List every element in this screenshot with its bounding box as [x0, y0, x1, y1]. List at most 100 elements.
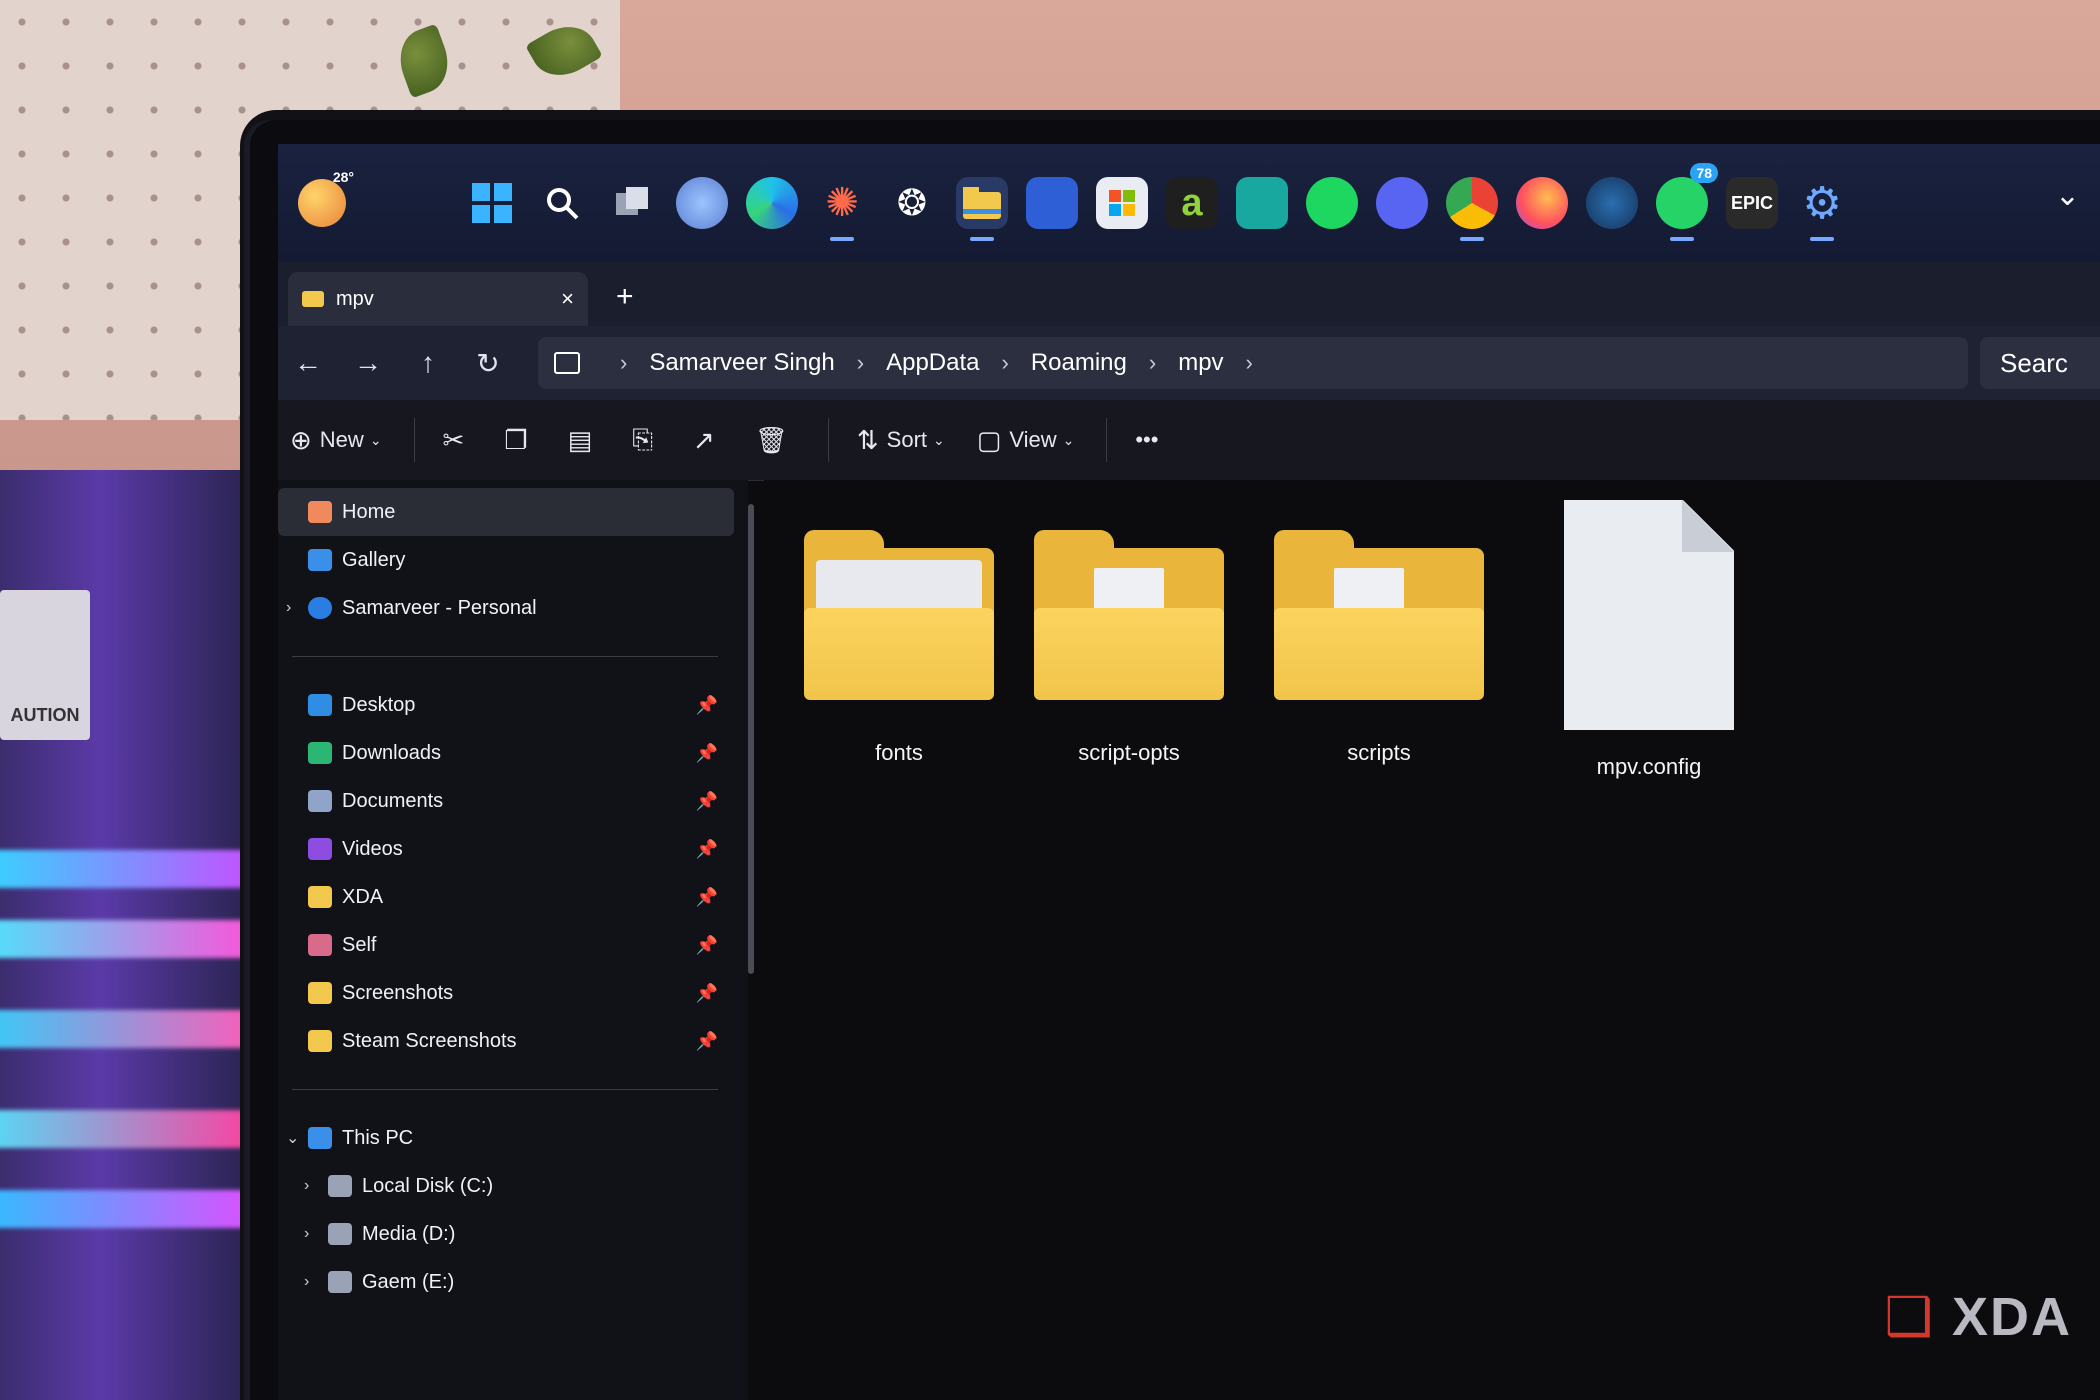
whatsapp-icon[interactable]: 78: [1656, 163, 1718, 241]
settings-gear-icon[interactable]: ⚙: [1796, 177, 1848, 241]
steam-icon[interactable]: [1586, 177, 1638, 229]
item-name: script-opts: [1078, 740, 1180, 765]
chevron-right-icon[interactable]: ›: [304, 1273, 309, 1291]
breadcrumb-item[interactable]: mpv: [1178, 349, 1223, 377]
breadcrumb-item[interactable]: Roaming: [1031, 349, 1127, 377]
sidebar-item-self[interactable]: Self 📌: [278, 921, 748, 969]
epic-games-icon[interactable]: EPIC: [1726, 177, 1778, 229]
folder-icon: [308, 886, 332, 908]
pin-icon[interactable]: 📌: [696, 743, 718, 764]
sidebar-item-gallery[interactable]: Gallery: [278, 536, 748, 584]
divider: [292, 1089, 718, 1090]
chrome-icon[interactable]: [1446, 177, 1498, 241]
rename-button[interactable]: ⎘: [632, 424, 661, 456]
chatgpt-icon[interactable]: ❂: [886, 177, 938, 229]
drive-icon: [328, 1271, 352, 1293]
forward-button[interactable]: →: [338, 347, 398, 379]
clipboard-icon: ▤: [567, 424, 593, 455]
more-options-button[interactable]: •••: [1135, 427, 1158, 453]
chevron-right-icon[interactable]: ›: [304, 1177, 309, 1195]
claude-icon[interactable]: ✺: [816, 177, 868, 241]
sidebar-item-desktop[interactable]: Desktop 📌: [278, 681, 748, 729]
up-button[interactable]: ↑: [398, 347, 458, 379]
pin-icon[interactable]: 📌: [696, 695, 718, 716]
sidebar-item-xda[interactable]: XDA 📌: [278, 873, 748, 921]
tab-mpv[interactable]: mpv ×: [288, 272, 588, 326]
share-button[interactable]: ↗: [693, 425, 723, 456]
close-icon[interactable]: ×: [561, 286, 574, 312]
back-button[interactable]: ←: [278, 347, 338, 379]
sidebar-item-screenshots[interactable]: Screenshots 📌: [278, 969, 748, 1017]
search-input[interactable]: Searc: [1980, 337, 2100, 389]
pin-icon[interactable]: 📌: [696, 1031, 718, 1052]
chevron-right-icon[interactable]: ›: [620, 350, 627, 376]
sidebar-item-drive-d[interactable]: › Media (D:): [278, 1210, 748, 1258]
amazon-icon[interactable]: a: [1166, 177, 1218, 229]
sidebar-item-downloads[interactable]: Downloads 📌: [278, 729, 748, 777]
folder-item[interactable]: scripts: [1274, 530, 1484, 766]
sort-icon: ⇅: [856, 424, 879, 455]
start-icon[interactable]: [466, 177, 518, 229]
view-icon: ▢: [976, 424, 1002, 455]
pin-icon[interactable]: 📌: [696, 887, 718, 908]
scissors-icon: ✂: [442, 424, 465, 455]
pin-icon[interactable]: 📌: [696, 935, 718, 956]
breadcrumb-item[interactable]: AppData: [886, 349, 979, 377]
paste-button[interactable]: ▤: [568, 425, 601, 456]
folder-item[interactable]: fonts: [804, 530, 994, 766]
chevron-right-icon[interactable]: ›: [1002, 350, 1009, 376]
sidebar-item-this-pc[interactable]: ⌄ This PC: [278, 1114, 748, 1162]
sidebar-scrollbar[interactable]: [748, 504, 754, 974]
task-view-icon[interactable]: [606, 177, 658, 229]
copy-button[interactable]: ❐: [504, 425, 535, 456]
search-icon[interactable]: [536, 177, 588, 229]
chevron-right-icon[interactable]: ›: [857, 350, 864, 376]
breadcrumb[interactable]: › Samarveer Singh › AppData › Roaming › …: [538, 337, 1968, 389]
computer-icon[interactable]: [554, 352, 580, 374]
chevron-right-icon[interactable]: ›: [1246, 350, 1253, 376]
edge-browser-icon[interactable]: [746, 177, 798, 229]
plus-circle-icon: ⊕: [290, 424, 312, 455]
chevron-right-icon[interactable]: ›: [304, 1225, 309, 1243]
delete-button[interactable]: 🗑: [755, 425, 796, 456]
photos-app-icon[interactable]: [1236, 177, 1288, 229]
file-list: fonts script-opts scripts mpv.config: [764, 480, 2100, 1400]
cut-button[interactable]: ✂: [443, 425, 473, 456]
taskbar: 28° ✺ ❂ a 78 EPIC ⚙ ⌄: [278, 144, 2100, 262]
spotify-icon[interactable]: [1306, 177, 1358, 229]
weather-widget-icon[interactable]: 28°: [298, 169, 354, 227]
microsoft-store-icon[interactable]: [1096, 177, 1148, 229]
chevron-right-icon[interactable]: ›: [286, 599, 291, 617]
xda-logo-icon: ❑: [1884, 1287, 1935, 1347]
pin-icon[interactable]: 📌: [696, 791, 718, 812]
trash-icon: 🗑: [754, 424, 788, 455]
chevron-down-icon[interactable]: ⌄: [2055, 178, 2080, 213]
sort-button[interactable]: ⇅ Sort ⌄: [857, 425, 945, 456]
file-explorer-icon[interactable]: [956, 177, 1008, 241]
sidebar-item-documents[interactable]: Documents 📌: [278, 777, 748, 825]
refresh-button[interactable]: ↻: [458, 347, 518, 380]
notification-badge: 78: [1690, 163, 1718, 183]
sidebar-item-videos[interactable]: Videos 📌: [278, 825, 748, 873]
sidebar-item-onedrive[interactable]: › Samarveer - Personal: [278, 584, 748, 632]
chevron-right-icon[interactable]: ›: [1149, 350, 1156, 376]
add-tab-button[interactable]: +: [616, 280, 634, 314]
sidebar-item-drive-c[interactable]: › Local Disk (C:): [278, 1162, 748, 1210]
share-icon: ↗: [693, 424, 715, 455]
breadcrumb-item[interactable]: Samarveer Singh: [649, 349, 834, 377]
app-icon[interactable]: [1026, 177, 1078, 229]
sidebar-item-drive-e[interactable]: › Gaem (E:): [278, 1258, 748, 1306]
view-button[interactable]: ▢ View ⌄: [977, 425, 1075, 456]
pin-icon[interactable]: 📌: [696, 983, 718, 1004]
pin-icon[interactable]: 📌: [696, 839, 718, 860]
sidebar-item-home[interactable]: Home: [278, 488, 734, 536]
file-item[interactable]: mpv.config: [1564, 500, 1734, 780]
folder-photo-icon: [308, 934, 332, 956]
firefox-icon[interactable]: [1516, 177, 1568, 229]
sidebar-item-steam-screenshots[interactable]: Steam Screenshots 📌: [278, 1017, 748, 1065]
new-button[interactable]: ⊕ New ⌄: [290, 425, 382, 456]
folder-item[interactable]: script-opts: [1034, 530, 1224, 766]
chevron-down-icon[interactable]: ⌄: [286, 1128, 299, 1148]
paint-icon[interactable]: [676, 177, 728, 229]
discord-icon[interactable]: [1376, 177, 1428, 229]
